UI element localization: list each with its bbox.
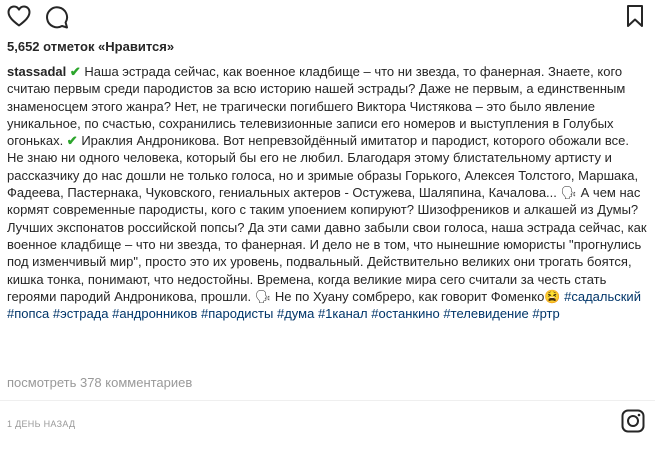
check-mark-icon: ✔	[69, 64, 81, 79]
hashtag-link[interactable]: #останкино	[371, 306, 440, 321]
post-timestamp: 1 день назад	[7, 419, 76, 429]
hashtag-link[interactable]: #1канал	[318, 306, 368, 321]
bookmark-icon[interactable]	[627, 5, 643, 32]
likes-count[interactable]: 5,652 отметок «Нравится»	[7, 39, 174, 54]
view-comments-link[interactable]: посмотреть 378 комментариев	[7, 375, 192, 390]
caption-text-part4: Не по Хуану сомбреро, как говорит Фоменк…	[271, 288, 545, 304]
instagram-icon[interactable]	[621, 409, 645, 438]
hashtag-link[interactable]: #дума	[277, 306, 314, 321]
divider	[0, 400, 655, 401]
action-bar	[7, 5, 643, 29]
check-mark-icon: ✔	[66, 133, 78, 149]
speaking-head-icon: 🗣	[560, 185, 578, 201]
hashtag-link[interactable]: #андронников	[112, 306, 197, 321]
caption-username[interactable]: stassadal	[7, 64, 66, 79]
heart-outline-icon[interactable]	[7, 5, 31, 32]
caption-text-part3: А чем нас кормят современные пародисты, …	[7, 185, 647, 304]
hashtag-link[interactable]: #пародисты	[201, 306, 273, 321]
comment-bubble-icon[interactable]	[45, 5, 69, 34]
caption-text-part2: Ираклия Андроникова. Вот непревзойдённый…	[7, 133, 639, 201]
hashtag-link[interactable]: #эстрада	[53, 306, 109, 321]
post-caption: stassadal ✔ Наша эстрада сейчас, как вое…	[7, 63, 647, 322]
hashtag-link[interactable]: #попса	[7, 306, 49, 321]
tired-face-icon: 😫	[544, 288, 561, 304]
hashtag-link[interactable]: #ртр	[532, 306, 559, 321]
speaking-head-icon: 🗣	[254, 288, 272, 304]
hashtag-link[interactable]: #телевидение	[443, 306, 528, 321]
hashtag-link[interactable]: #садальский	[564, 289, 641, 304]
